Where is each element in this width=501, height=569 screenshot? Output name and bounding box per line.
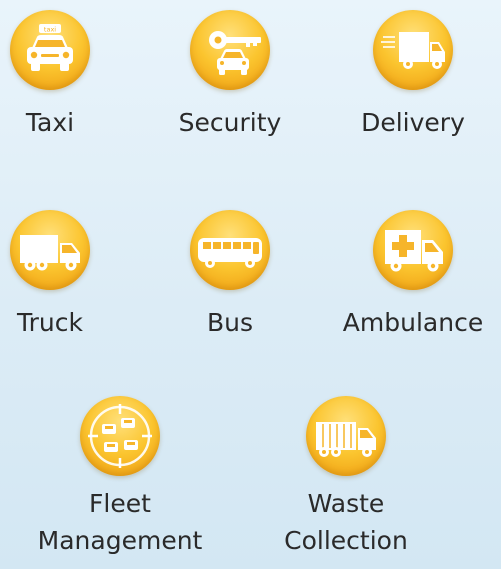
service-tile-fleet-management[interactable]: Fleet Management <box>38 396 203 559</box>
service-label-fleet-line-2: Management <box>37 526 203 555</box>
service-tile-delivery[interactable]: Delivery <box>357 10 469 139</box>
service-label-bus: Bus <box>206 308 254 337</box>
service-tile-bus[interactable]: Bus <box>190 210 270 339</box>
service-label-taxi: Taxi <box>25 108 75 137</box>
delivery-van-icon <box>373 10 453 90</box>
service-label-ambulance: Ambulance <box>342 308 484 337</box>
truck-icon <box>10 210 90 290</box>
service-label-waste-line-1: Waste <box>307 489 385 518</box>
service-tile-security[interactable]: Security <box>178 10 282 139</box>
service-label-security: Security <box>178 108 282 137</box>
security-key-car-icon <box>190 10 270 90</box>
service-label-waste-collection: Waste Collection <box>284 485 408 559</box>
service-label-delivery: Delivery <box>361 108 465 137</box>
svg-text:taxi: taxi <box>44 26 56 34</box>
service-tile-truck[interactable]: Truck <box>10 210 90 339</box>
fleet-target-icon <box>80 396 160 476</box>
service-tile-waste-collection[interactable]: Waste Collection <box>276 396 416 559</box>
garbage-truck-icon <box>306 396 386 476</box>
service-label-fleet-line-1: Fleet <box>89 489 151 518</box>
service-tile-taxi[interactable]: taxi Taxi <box>10 10 90 139</box>
service-tile-ambulance[interactable]: Ambulance <box>336 210 490 339</box>
ambulance-icon <box>373 210 453 290</box>
taxi-icon: taxi <box>10 10 90 90</box>
service-label-fleet-management: Fleet Management <box>38 485 203 559</box>
bus-icon <box>190 210 270 290</box>
service-label-waste-line-2: Collection <box>284 526 408 555</box>
service-label-truck: Truck <box>17 308 83 337</box>
